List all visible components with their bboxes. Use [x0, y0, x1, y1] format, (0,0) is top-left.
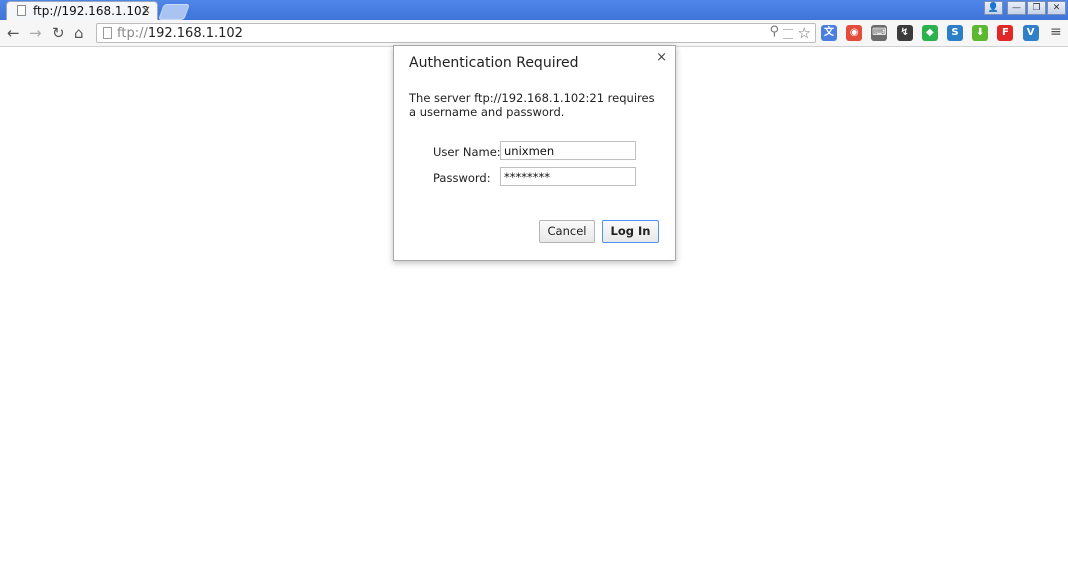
feedly-icon[interactable]: ◆: [921, 25, 938, 41]
auth-dialog: Authentication Required × The server ftp…: [393, 45, 676, 261]
download-icon[interactable]: ⬇: [972, 25, 989, 41]
dialog-close-icon[interactable]: ×: [656, 50, 667, 65]
v-icon[interactable]: V: [1022, 25, 1039, 41]
username-field[interactable]: [500, 141, 636, 160]
search-icon[interactable]: ⚲: [769, 24, 779, 39]
profile-icon[interactable]: 👤: [984, 1, 1003, 15]
browser-toolbar: ← → ↻ ⌂ ftp://192.168.1.102 ⚲ ☆ 文 ◉ ⌨ ↯ ◆ S ⬇ F…: [0, 20, 1068, 47]
flipboard-icon[interactable]: F: [997, 25, 1014, 41]
dialog-message: The server ftp://192.168.1.102:21 requir…: [409, 91, 655, 119]
reload-button[interactable]: ↻: [52, 24, 65, 42]
dialog-title: Authentication Required: [409, 55, 579, 71]
new-tab-button[interactable]: [158, 4, 190, 20]
menu-icon[interactable]: ≡: [1050, 24, 1062, 40]
login-button[interactable]: Log In: [602, 220, 659, 243]
translate-icon[interactable]: 文: [821, 25, 837, 41]
title-bar: ftp://192.168.1.102 × 👤 — ❐ ✕: [0, 0, 1068, 20]
keyboard-icon[interactable]: ⌨: [871, 25, 888, 41]
url-scheme: ftp://: [117, 26, 148, 41]
page-favicon-icon: [17, 5, 26, 16]
tab-title: ftp://192.168.1.102: [33, 4, 150, 18]
page-action-icon[interactable]: [783, 29, 793, 39]
url-host: 192.168.1.102: [147, 26, 243, 41]
password-field[interactable]: [500, 167, 636, 186]
restore-button[interactable]: ❐: [1027, 1, 1046, 15]
password-label: Password:: [433, 171, 491, 185]
home-button[interactable]: ⌂: [74, 24, 84, 42]
username-label: User Name:: [433, 145, 501, 159]
cancel-button[interactable]: Cancel: [539, 220, 595, 243]
tab-close-icon[interactable]: ×: [141, 3, 151, 17]
page-icon: [103, 27, 112, 39]
window-close-button[interactable]: ✕: [1047, 1, 1066, 15]
chrome-app-icon[interactable]: ◉: [846, 25, 863, 41]
minimize-button[interactable]: —: [1007, 1, 1026, 15]
back-button[interactable]: ←: [7, 24, 20, 42]
s-icon[interactable]: S: [947, 25, 963, 41]
wrench-icon[interactable]: ↯: [896, 25, 913, 41]
browser-tab[interactable]: ftp://192.168.1.102 ×: [6, 1, 158, 20]
address-bar[interactable]: ftp://192.168.1.102 ⚲ ☆: [96, 23, 816, 43]
url-text[interactable]: ftp://192.168.1.102: [117, 26, 243, 41]
forward-button[interactable]: →: [29, 24, 42, 42]
bookmark-star-icon[interactable]: ☆: [798, 24, 811, 42]
